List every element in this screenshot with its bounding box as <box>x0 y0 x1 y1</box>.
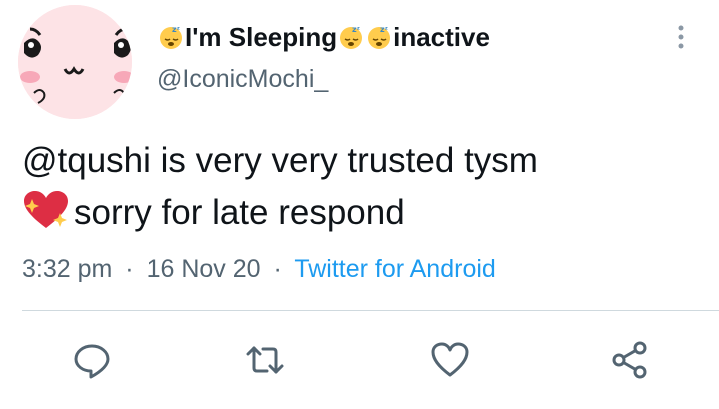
sleeping-face-icon: zᶻ <box>368 25 391 49</box>
tweet-header: zᶻ I'm Sleeping zᶻ zᶻ inactive @IconicMo… <box>157 20 490 96</box>
reply-icon <box>74 344 110 379</box>
avatar-image <box>18 5 132 119</box>
svg-text:zᶻ: zᶻ <box>172 25 180 34</box>
more-options-icon[interactable] <box>671 22 691 52</box>
display-name-suffix: inactive <box>393 22 490 52</box>
tweet-source-link[interactable]: Twitter for Android <box>294 255 495 283</box>
tweet-date[interactable]: 16 Nov 20 <box>147 255 261 283</box>
display-name[interactable]: zᶻ I'm Sleeping zᶻ zᶻ inactive <box>157 20 490 54</box>
tweet-text-line-2-wrap: sorry for late respond <box>22 187 702 239</box>
meta-separator: · <box>125 255 134 283</box>
like-icon <box>431 342 469 377</box>
tweet-text-line-1: @tqushi is very very trusted tysm <box>22 141 538 180</box>
meta-separator: · <box>273 255 282 283</box>
retweet-icon <box>246 346 284 374</box>
action-bar <box>0 330 719 390</box>
tweet-meta: 3:32 pm · 16 Nov 20 · Twitter for Androi… <box>22 252 496 286</box>
share-icon <box>612 341 647 379</box>
share-button[interactable] <box>610 340 650 380</box>
svg-text:zᶻ: zᶻ <box>380 25 388 34</box>
sleeping-face-icon: zᶻ <box>340 25 363 49</box>
retweet-button[interactable] <box>245 340 285 380</box>
tweet-text-line-2: sorry for late respond <box>74 193 405 232</box>
reply-button[interactable] <box>72 340 112 380</box>
svg-text:zᶻ: zᶻ <box>352 25 360 34</box>
divider <box>22 310 719 311</box>
display-name-text: I'm Sleeping <box>185 22 338 52</box>
sparkling-heart-icon <box>24 191 68 228</box>
like-button[interactable] <box>430 340 470 380</box>
tweet-time[interactable]: 3:32 pm <box>22 255 112 283</box>
user-handle[interactable]: @IconicMochi_ <box>157 62 490 96</box>
tweet-text: @tqushi is very very trusted tysm sorry … <box>22 135 702 239</box>
sleeping-face-icon: zᶻ <box>160 25 182 49</box>
avatar[interactable] <box>18 5 132 119</box>
